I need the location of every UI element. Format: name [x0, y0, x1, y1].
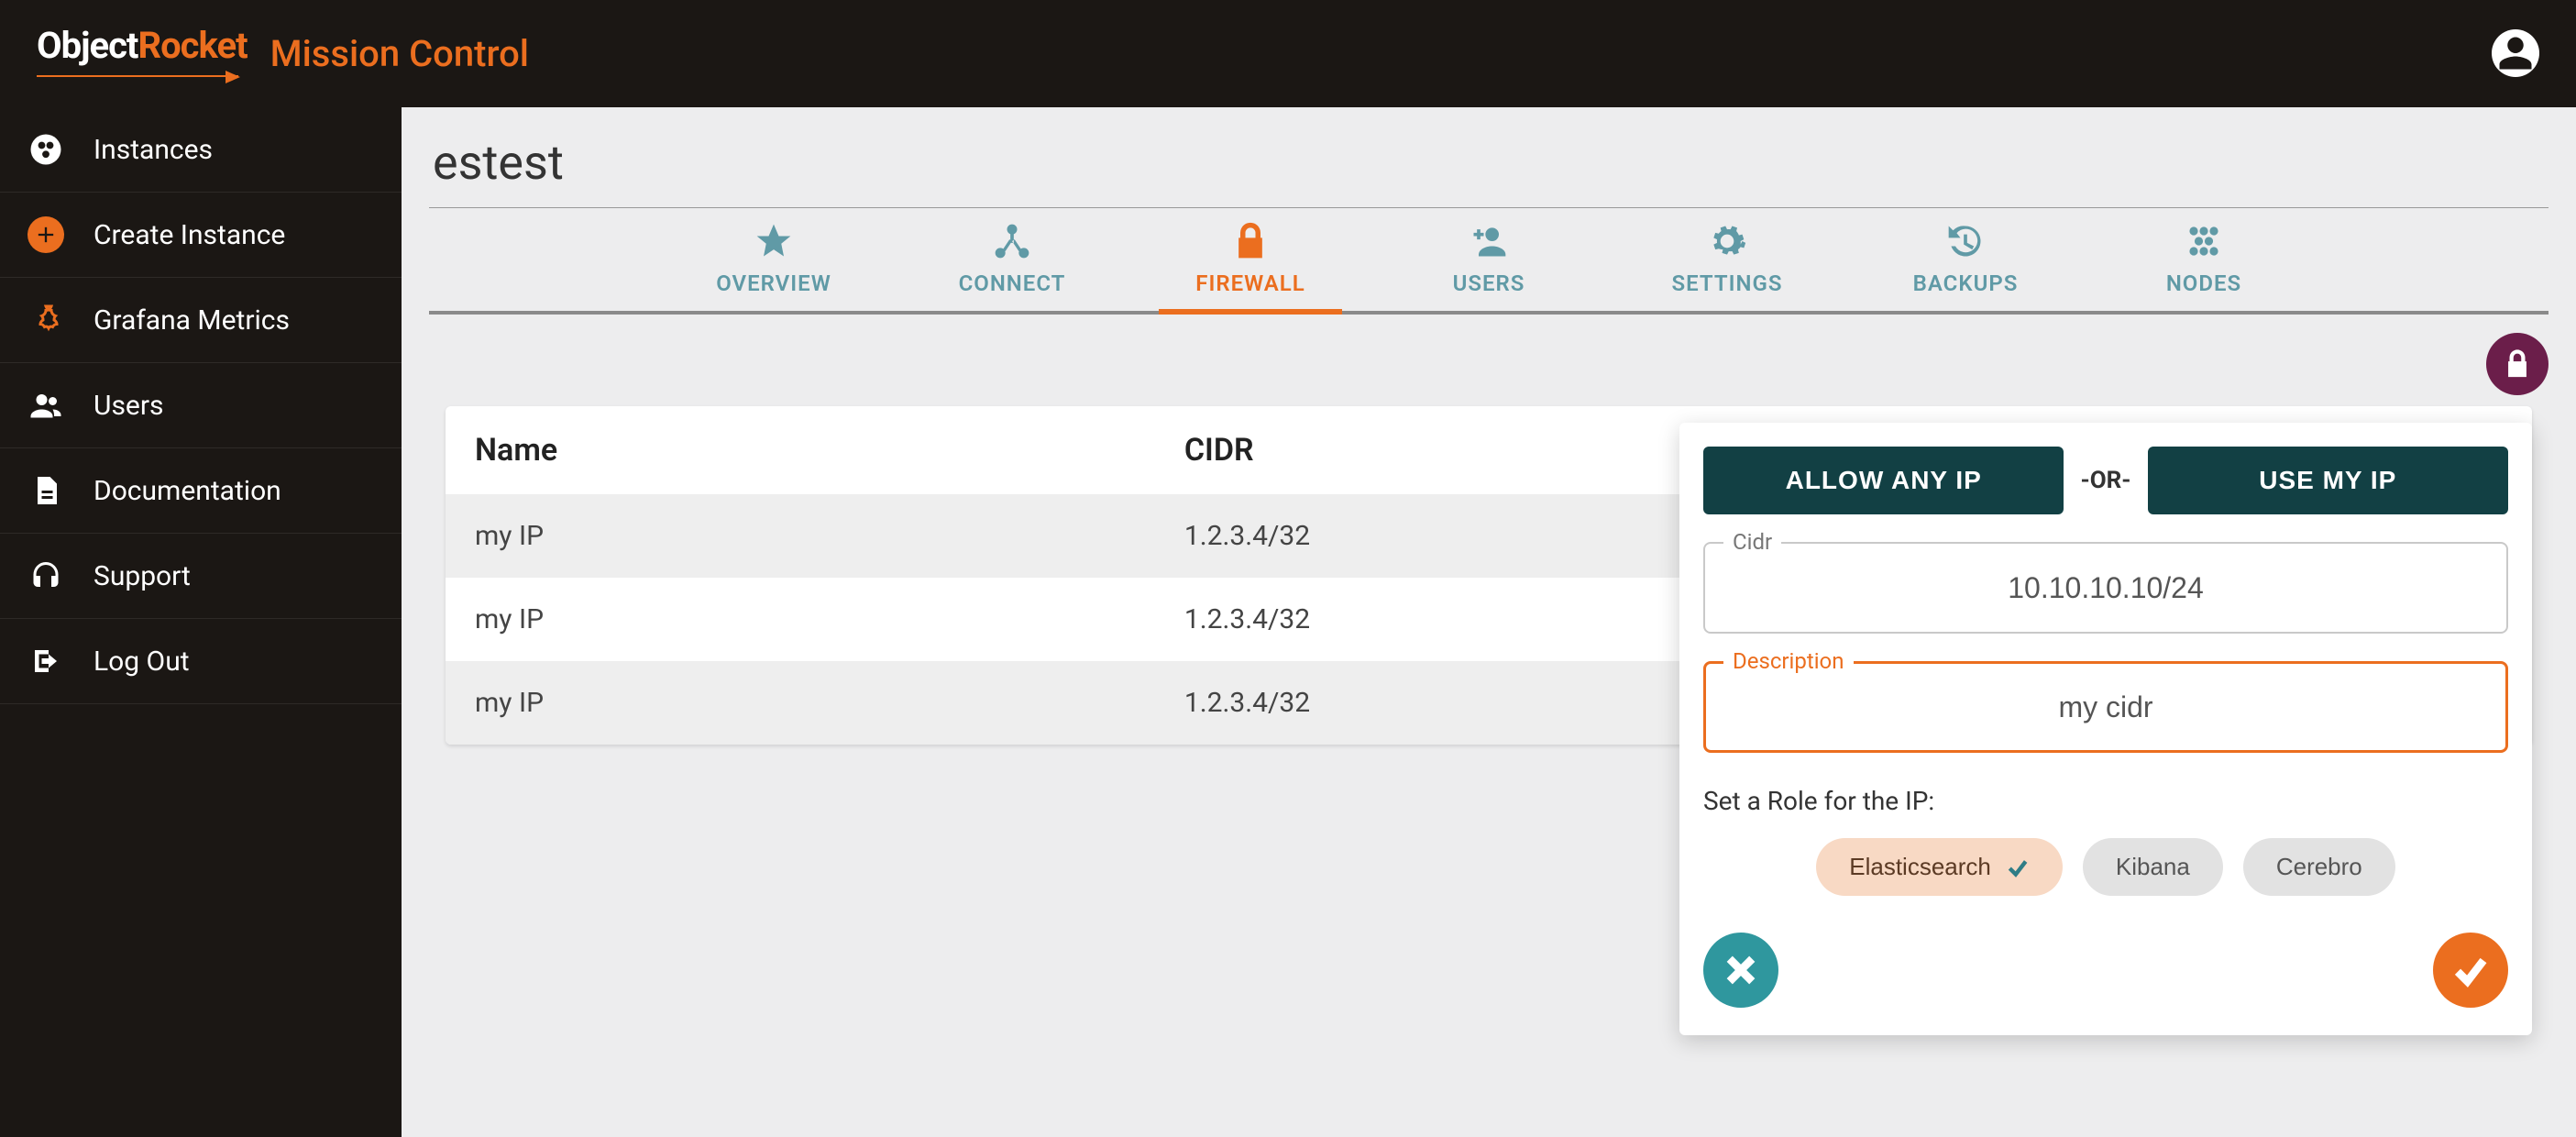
col-name: Name	[446, 406, 1155, 494]
confirm-button[interactable]	[2433, 933, 2508, 1008]
tab-strip: OVERVIEW CONNECT FIREWALL USERS SETTINGS	[429, 207, 2548, 315]
brand-logo: ObjectRocket	[37, 24, 248, 83]
sidebar-item-label: Create Instance	[94, 219, 285, 251]
allow-any-ip-button[interactable]: ALLOW ANY IP	[1703, 447, 2064, 514]
lock-icon	[1230, 221, 1271, 261]
document-icon	[28, 472, 64, 509]
restore-icon	[1945, 221, 1986, 261]
tab-backups[interactable]: BACKUPS	[1874, 221, 2057, 311]
or-separator: -OR-	[2080, 467, 2130, 494]
main-content: estest OVERVIEW CONNECT FIREWALL USERS	[402, 107, 2576, 1137]
use-my-ip-button[interactable]: USE MY IP	[2148, 447, 2508, 514]
sidebar-item-logout[interactable]: Log Out	[0, 619, 402, 704]
chip-label: Cerebro	[2276, 853, 2362, 881]
description-field: Description	[1703, 661, 2508, 753]
app-title: Mission Control	[270, 32, 529, 75]
tab-connect[interactable]: CONNECT	[920, 221, 1104, 311]
cancel-button[interactable]	[1703, 933, 1778, 1008]
chip-cerebro[interactable]: Cerebro	[2243, 838, 2395, 896]
tab-users[interactable]: USERS	[1397, 221, 1580, 311]
star-icon	[754, 221, 794, 261]
users-icon	[28, 387, 64, 424]
tab-label: CONNECT	[959, 270, 1066, 296]
tab-settings[interactable]: SETTINGS	[1635, 221, 1819, 311]
top-bar: ObjectRocket Mission Control	[0, 0, 2576, 107]
sidebar: Instances Create Instance Grafana Metric…	[0, 107, 402, 1137]
cidr-field: Cidr	[1703, 542, 2508, 634]
tab-label: OVERVIEW	[716, 270, 831, 296]
tab-overview[interactable]: OVERVIEW	[682, 221, 865, 311]
role-prompt: Set a Role for the IP:	[1703, 786, 2508, 816]
sidebar-item-label: Log Out	[94, 646, 190, 678]
sidebar-item-support[interactable]: Support	[0, 534, 402, 619]
sidebar-item-label: Users	[94, 390, 164, 422]
chip-elasticsearch[interactable]: Elasticsearch	[1816, 838, 2063, 896]
plus-icon	[28, 216, 64, 253]
cell-name: my IP	[446, 661, 1155, 745]
tab-label: USERS	[1453, 270, 1525, 296]
description-label: Description	[1723, 648, 1854, 674]
brand-name-b: Rocket	[138, 24, 247, 67]
connect-icon	[992, 221, 1032, 261]
gear-icon	[1707, 221, 1747, 261]
check-icon	[2451, 951, 2490, 989]
chip-label: Kibana	[2116, 853, 2190, 881]
cidr-input[interactable]	[1703, 542, 2508, 634]
account-avatar[interactable]	[2492, 29, 2539, 77]
check-icon	[2006, 856, 2030, 879]
tab-label: SETTINGS	[1671, 270, 1782, 296]
tab-label: FIREWALL	[1195, 270, 1305, 296]
sidebar-item-grafana[interactable]: Grafana Metrics	[0, 278, 402, 363]
cidr-label: Cidr	[1723, 529, 1781, 555]
sidebar-item-instances[interactable]: Instances	[0, 107, 402, 193]
sidebar-item-users[interactable]: Users	[0, 363, 402, 448]
firewall-lock-fab[interactable]	[2486, 333, 2548, 395]
role-chips: Elasticsearch Kibana Cerebro	[1703, 838, 2508, 896]
brand-block: ObjectRocket Mission Control	[37, 24, 529, 83]
lock-icon	[2502, 348, 2533, 380]
description-input[interactable]	[1703, 661, 2508, 753]
rocket-icon	[37, 69, 238, 83]
grafana-icon	[28, 302, 64, 338]
brand-name-a: Object	[37, 24, 138, 67]
cell-name: my IP	[446, 494, 1155, 578]
close-icon	[1722, 951, 1760, 989]
user-plus-icon	[1469, 221, 1509, 261]
sidebar-item-documentation[interactable]: Documentation	[0, 448, 402, 534]
instances-icon	[28, 131, 64, 168]
nodes-icon	[2184, 221, 2224, 261]
person-icon	[2496, 34, 2535, 72]
tab-label: BACKUPS	[1913, 270, 2019, 296]
cell-name: my IP	[446, 578, 1155, 661]
chip-kibana[interactable]: Kibana	[2083, 838, 2223, 896]
add-acl-panel: ALLOW ANY IP -OR- USE MY IP Cidr Descrip…	[1679, 423, 2532, 1035]
headset-icon	[28, 557, 64, 594]
sidebar-item-create-instance[interactable]: Create Instance	[0, 193, 402, 278]
sidebar-item-label: Instances	[94, 134, 213, 166]
sidebar-item-label: Grafana Metrics	[94, 304, 290, 337]
logout-icon	[28, 643, 64, 679]
tab-nodes[interactable]: NODES	[2112, 221, 2295, 311]
page-title: estest	[429, 135, 2548, 207]
sidebar-item-label: Support	[94, 560, 191, 592]
chip-label: Elasticsearch	[1849, 853, 1991, 881]
sidebar-item-label: Documentation	[94, 475, 281, 507]
tab-firewall[interactable]: FIREWALL	[1159, 221, 1342, 311]
tab-label: NODES	[2166, 270, 2241, 296]
